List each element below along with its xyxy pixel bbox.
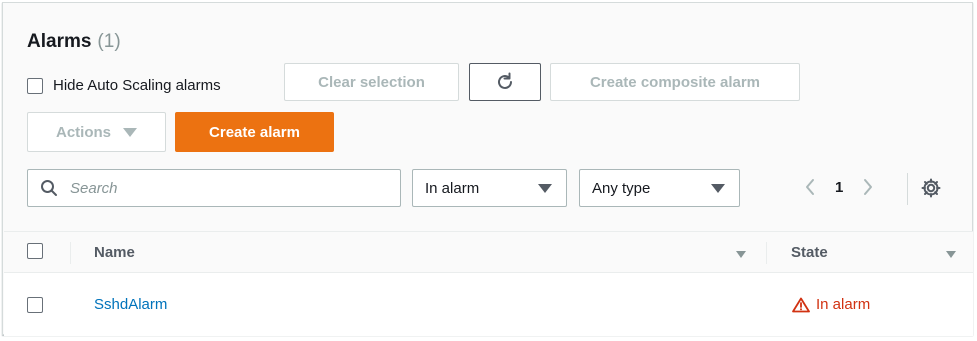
chevron-left-icon[interactable] <box>803 177 817 197</box>
sort-icon[interactable] <box>946 251 956 258</box>
refresh-button[interactable] <box>469 63 541 101</box>
create-composite-alarm-button[interactable]: Create composite alarm <box>550 63 800 101</box>
caret-down-icon <box>711 183 725 193</box>
pagination-divider <box>907 173 908 205</box>
column-header-state[interactable]: State <box>791 244 828 261</box>
column-header-name[interactable]: Name <box>94 244 135 261</box>
caret-down-icon <box>123 127 137 137</box>
alarms-panel: Alarms (1) Hide Auto Scaling alarms Clear… <box>2 2 973 336</box>
actions-label: Actions <box>55 123 111 141</box>
row-checkbox[interactable] <box>27 297 43 313</box>
type-filter-value: Any type <box>592 179 651 197</box>
warning-icon <box>792 297 810 312</box>
table-row: SshdAlarm In alarm <box>4 273 973 336</box>
caret-down-icon <box>538 183 552 193</box>
gear-icon[interactable] <box>920 177 942 199</box>
table-header: Name State <box>4 231 973 273</box>
create-alarm-button[interactable]: Create alarm <box>175 112 334 152</box>
chevron-right-icon[interactable] <box>861 177 875 197</box>
type-filter-select[interactable]: Any type <box>579 169 740 207</box>
actions-dropdown[interactable]: Actions <box>27 112 166 152</box>
search-input[interactable] <box>70 179 370 197</box>
sort-icon[interactable] <box>736 251 746 258</box>
refresh-icon <box>498 72 512 89</box>
clear-selection-button[interactable]: Clear selection <box>284 63 459 101</box>
search-icon <box>41 180 57 196</box>
hide-autoscaling-label: Hide Auto Scaling alarms <box>53 77 221 94</box>
alarm-count: (1) <box>97 31 121 52</box>
page-number[interactable]: 1 <box>835 179 843 196</box>
pagination: 1 <box>803 177 875 197</box>
hide-autoscaling-toggle[interactable]: Hide Auto Scaling alarms <box>27 77 221 94</box>
page-title: Alarms (1) <box>27 31 121 53</box>
title-text: Alarms <box>27 31 92 52</box>
hide-autoscaling-checkbox[interactable] <box>27 77 43 94</box>
select-all-checkbox[interactable] <box>27 243 43 259</box>
alarm-name-link[interactable]: SshdAlarm <box>94 296 167 313</box>
alarm-state-label: In alarm <box>816 296 871 313</box>
column-separator <box>70 242 71 264</box>
alarm-state: In alarm <box>792 296 870 313</box>
state-filter-select[interactable]: In alarm <box>412 169 567 207</box>
search-field[interactable] <box>27 169 401 207</box>
state-filter-value: In alarm <box>425 179 480 197</box>
column-separator <box>766 242 767 264</box>
